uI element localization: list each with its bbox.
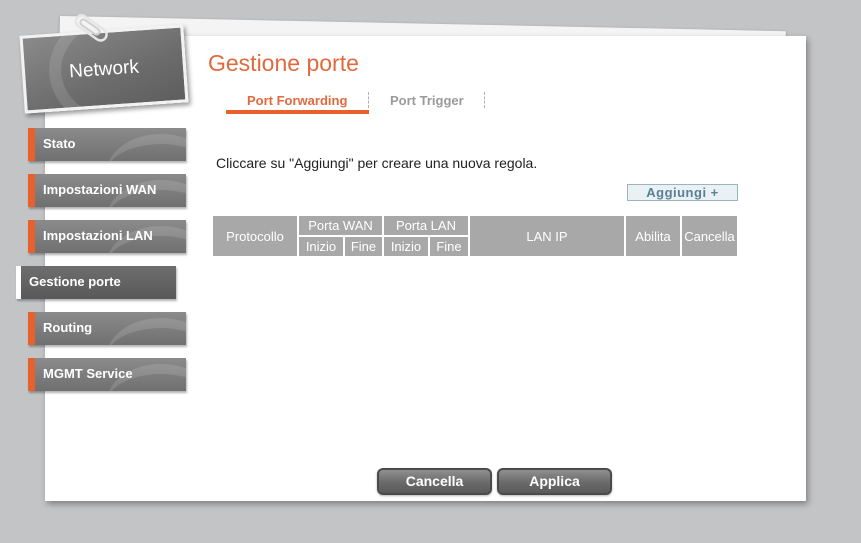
sidebar-item-label: Stato (43, 136, 76, 151)
sidebar-item-impostazioni-wan[interactable]: Impostazioni WAN (28, 174, 186, 207)
tab-separator (368, 92, 369, 108)
item-arc-decoration (106, 318, 186, 345)
header-wan-port: Porta WAN (299, 216, 382, 235)
header-lan-ip: LAN IP (470, 216, 624, 256)
instruction-text: Cliccare su "Aggiungi" per creare una nu… (216, 155, 538, 171)
header-wan-end: Fine (345, 237, 382, 256)
tab-separator (484, 92, 485, 108)
active-tab-indicator (226, 110, 369, 114)
add-rule-button[interactable]: Aggiungi + (627, 184, 738, 201)
apply-button[interactable]: Applica (497, 468, 612, 495)
header-protocol: Protocollo (213, 216, 297, 256)
sidebar-item-label: Routing (43, 320, 93, 335)
header-lan-end: Fine (430, 237, 468, 256)
sidebar-item-gestione-porte[interactable]: Gestione porte (16, 266, 176, 299)
tab-port-forwarding[interactable]: Port Forwarding (247, 93, 347, 108)
header-delete: Cancella (682, 216, 737, 256)
tab-bar: Port Forwarding Port Trigger (226, 88, 526, 116)
page-title: Gestione porte (208, 50, 359, 76)
tab-port-trigger[interactable]: Port Trigger (390, 93, 464, 108)
item-arc-decoration (106, 134, 186, 161)
sidebar-item-mgmt-service[interactable]: MGMT Service (28, 358, 186, 391)
header-lan-start: Inizio (384, 237, 428, 256)
sidebar-item-routing[interactable]: Routing (28, 312, 186, 345)
sidebar-item-label: Gestione porte (29, 274, 121, 289)
header-lan-port: Porta LAN (384, 216, 468, 235)
sidebar-item-impostazioni-lan[interactable]: Impostazioni LAN (28, 220, 186, 253)
cancel-button[interactable]: Cancella (377, 468, 492, 495)
header-wan-start: Inizio (299, 237, 343, 256)
header-enable: Abilita (626, 216, 680, 256)
sidebar-item-stato[interactable]: Stato (28, 128, 186, 161)
